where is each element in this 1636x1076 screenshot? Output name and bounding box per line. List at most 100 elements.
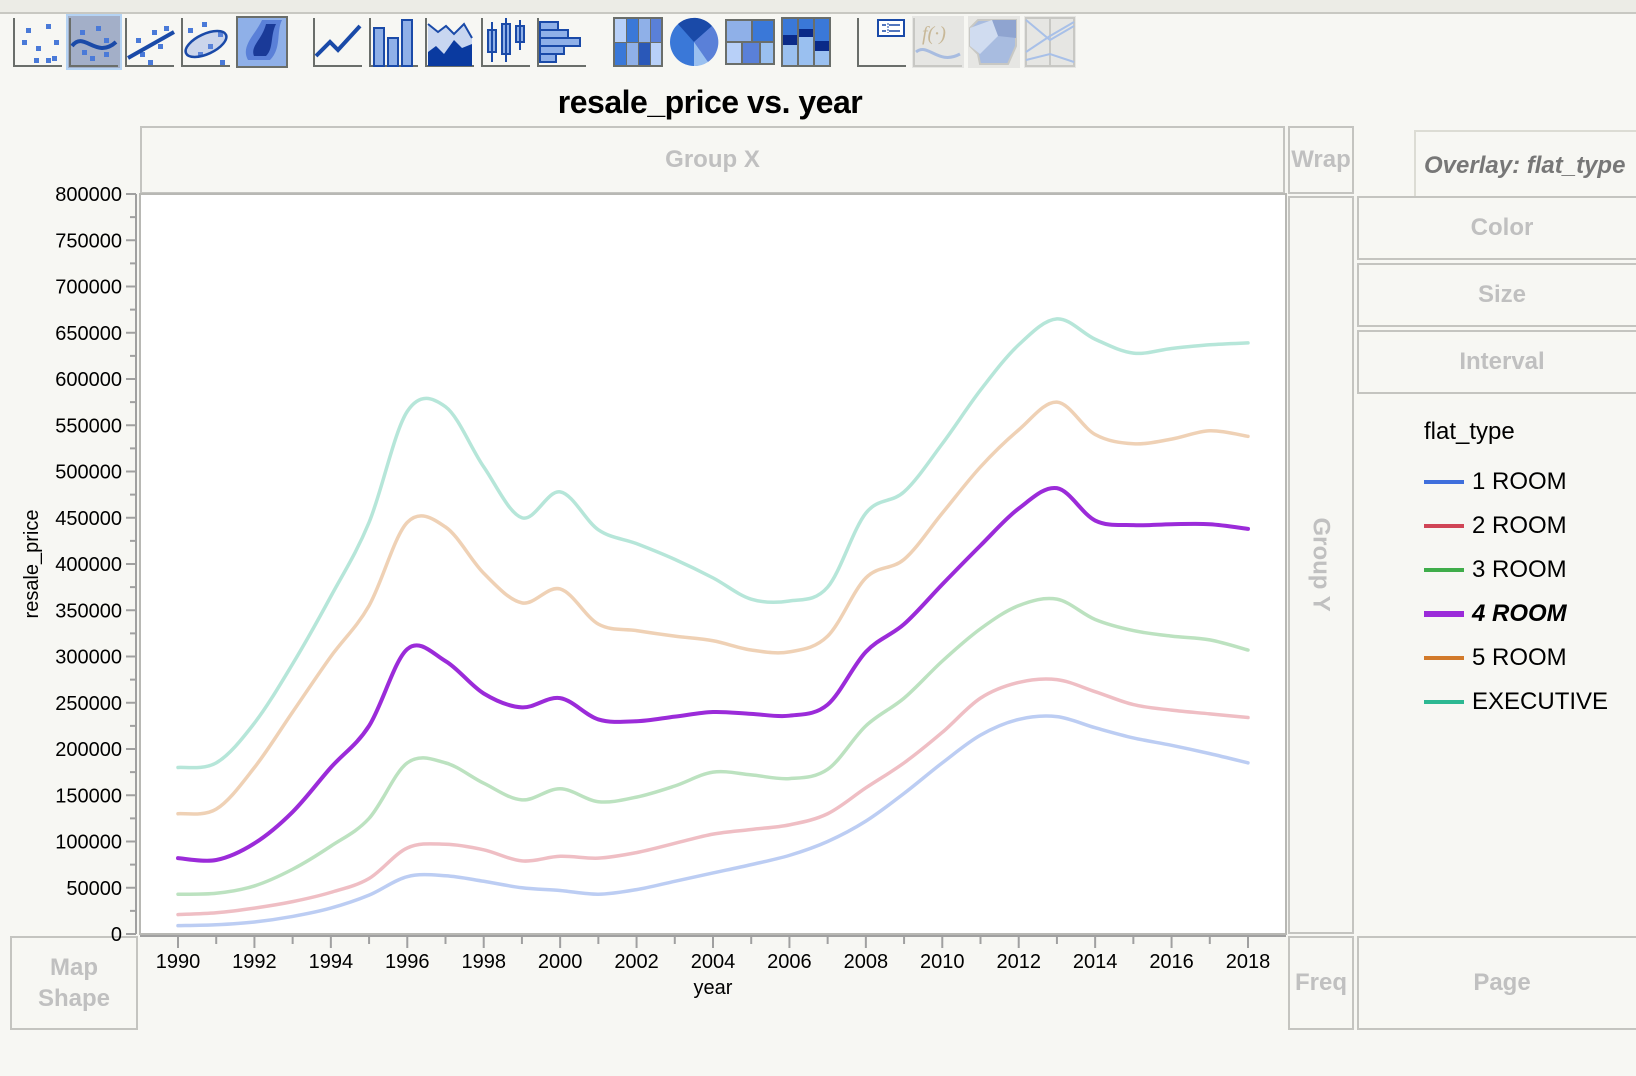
interval-label: Interval bbox=[1459, 348, 1545, 376]
contour-button[interactable] bbox=[236, 16, 288, 68]
color-label: Color bbox=[1470, 214, 1534, 242]
y-tick-label: 250000 bbox=[55, 693, 122, 715]
wrap-label: Wrap bbox=[1291, 146, 1351, 174]
color-drop-zone[interactable]: Color bbox=[1357, 196, 1636, 260]
legend-title: flat_type bbox=[1424, 418, 1515, 445]
legend-swatch bbox=[1424, 656, 1464, 660]
smoother-button[interactable] bbox=[66, 14, 122, 70]
y-tick-label: 700000 bbox=[55, 277, 122, 299]
legend-label: 3 ROOM bbox=[1472, 556, 1567, 583]
histogram-button[interactable] bbox=[536, 16, 588, 68]
map-shape-label-line1: Map bbox=[50, 953, 98, 981]
y-tick-label: 600000 bbox=[55, 369, 122, 391]
mosaic-button[interactable] bbox=[780, 16, 832, 68]
series-line-4-room bbox=[176, 486, 1250, 863]
series-line-1-room bbox=[176, 714, 1250, 928]
interval-drop-zone[interactable]: Interval bbox=[1357, 330, 1636, 394]
x-tick-label: 1998 bbox=[461, 951, 506, 973]
box-plot-button[interactable] bbox=[480, 16, 532, 68]
line-button[interactable] bbox=[312, 16, 364, 68]
legend-swatch bbox=[1424, 480, 1464, 484]
x-tick-label: 2000 bbox=[538, 951, 583, 973]
y-axis-label: resale_price bbox=[21, 510, 43, 619]
ellipse-button[interactable] bbox=[180, 16, 232, 68]
x-tick-label: 1996 bbox=[385, 951, 430, 973]
map-shapes-button[interactable] bbox=[968, 16, 1020, 68]
x-tick-label: 1992 bbox=[232, 951, 277, 973]
page-drop-zone[interactable]: Page bbox=[1357, 936, 1636, 1030]
size-drop-zone[interactable]: Size bbox=[1357, 263, 1636, 327]
map-shape-drop-zone[interactable]: Map Shape bbox=[10, 936, 138, 1030]
y-tick-label: 450000 bbox=[55, 508, 122, 530]
x-tick-label: 1994 bbox=[309, 951, 354, 973]
y-tick-label: 200000 bbox=[55, 739, 122, 761]
x-tick-label: 2012 bbox=[996, 951, 1041, 973]
overlay-label: Overlay: flat_type bbox=[1424, 152, 1626, 179]
points-button[interactable] bbox=[12, 16, 64, 68]
formula-button[interactable]: f(·) bbox=[912, 16, 964, 68]
freq-label: Freq bbox=[1294, 969, 1347, 997]
x-tick-label: 2016 bbox=[1149, 951, 1194, 973]
heatmap-button[interactable] bbox=[612, 16, 664, 68]
series-line-2-room bbox=[176, 677, 1250, 917]
size-label: Size bbox=[1477, 281, 1527, 309]
y-tick-label: 500000 bbox=[55, 462, 122, 484]
legend-label: 2 ROOM bbox=[1472, 512, 1567, 539]
y-tick-label: 400000 bbox=[55, 554, 122, 576]
legend-item-4-room[interactable]: 4 ROOM bbox=[1424, 592, 1636, 636]
group-y-drop-zone[interactable]: Group Y bbox=[1288, 196, 1354, 934]
legend-swatch bbox=[1424, 524, 1464, 528]
line-of-fit-button[interactable] bbox=[124, 16, 176, 68]
x-tick-label: 2004 bbox=[691, 951, 736, 973]
y-tick-label: 800000 bbox=[55, 184, 122, 206]
legend-item-3-room[interactable]: 3 ROOM bbox=[1424, 548, 1636, 592]
legend: flat_type 1 ROOM 2 ROOM 3 ROOM 4 ROOM 5 ROOM… bbox=[1424, 418, 1636, 724]
group-y-label: Group Y bbox=[1307, 517, 1335, 613]
overlay-drop-zone[interactable]: Overlay: flat_type bbox=[1414, 130, 1636, 202]
y-tick-label: 650000 bbox=[55, 323, 122, 345]
legend-item-executive[interactable]: EXECUTIVE bbox=[1424, 680, 1636, 724]
y-tick-label: 50000 bbox=[66, 878, 122, 900]
x-tick-label: 2010 bbox=[920, 951, 965, 973]
pie-button[interactable] bbox=[668, 16, 720, 68]
legend-item-1-room[interactable]: 1 ROOM bbox=[1424, 460, 1636, 504]
y-tick-label: 550000 bbox=[55, 415, 122, 437]
group-x-drop-zone[interactable]: Group X bbox=[140, 126, 1285, 194]
page-label: Page bbox=[1473, 969, 1531, 997]
y-tick-label: 300000 bbox=[55, 647, 122, 669]
legend-label: 5 ROOM bbox=[1472, 644, 1567, 671]
legend-item-5-room[interactable]: 5 ROOM bbox=[1424, 636, 1636, 680]
treemap-button[interactable] bbox=[724, 16, 776, 68]
legend-swatch bbox=[1424, 700, 1464, 704]
group-x-label: Group X bbox=[665, 146, 760, 174]
window-top-bar bbox=[0, 0, 1636, 14]
plot-area bbox=[139, 193, 1287, 935]
legend-label: 1 ROOM bbox=[1472, 468, 1567, 495]
x-tick-label: 2006 bbox=[767, 951, 812, 973]
x-tick-label: 2008 bbox=[844, 951, 889, 973]
caption-box-button[interactable] bbox=[856, 16, 908, 68]
parallel-button[interactable] bbox=[1024, 16, 1076, 68]
legend-item-2-room[interactable]: 2 ROOM bbox=[1424, 504, 1636, 548]
svg-text:f(·): f(·) bbox=[922, 23, 946, 45]
x-tick-label: 2014 bbox=[1073, 951, 1118, 973]
x-tick-label: 2018 bbox=[1226, 951, 1271, 973]
y-tick-label: 150000 bbox=[55, 785, 122, 807]
chart-title: resale_price vs. year bbox=[557, 84, 863, 120]
map-shape-label-line2: Shape bbox=[37, 985, 111, 1012]
legend-label: EXECUTIVE bbox=[1472, 688, 1609, 715]
series-line-3-room bbox=[176, 596, 1250, 896]
wrap-drop-zone[interactable]: Wrap bbox=[1288, 126, 1354, 194]
legend-swatch bbox=[1424, 568, 1464, 572]
legend-swatch bbox=[1424, 611, 1464, 617]
series-line-executive bbox=[176, 317, 1250, 770]
series-line-5-room bbox=[176, 400, 1250, 816]
bar-button[interactable] bbox=[368, 16, 420, 68]
x-axis-label: year bbox=[694, 977, 733, 999]
freq-drop-zone[interactable]: Freq bbox=[1288, 936, 1354, 1030]
area-button[interactable] bbox=[424, 16, 476, 68]
legend-label: 4 ROOM bbox=[1472, 600, 1567, 627]
x-tick-label: 2002 bbox=[614, 951, 659, 973]
y-tick-label: 100000 bbox=[55, 832, 122, 854]
y-tick-label: 750000 bbox=[55, 230, 122, 252]
